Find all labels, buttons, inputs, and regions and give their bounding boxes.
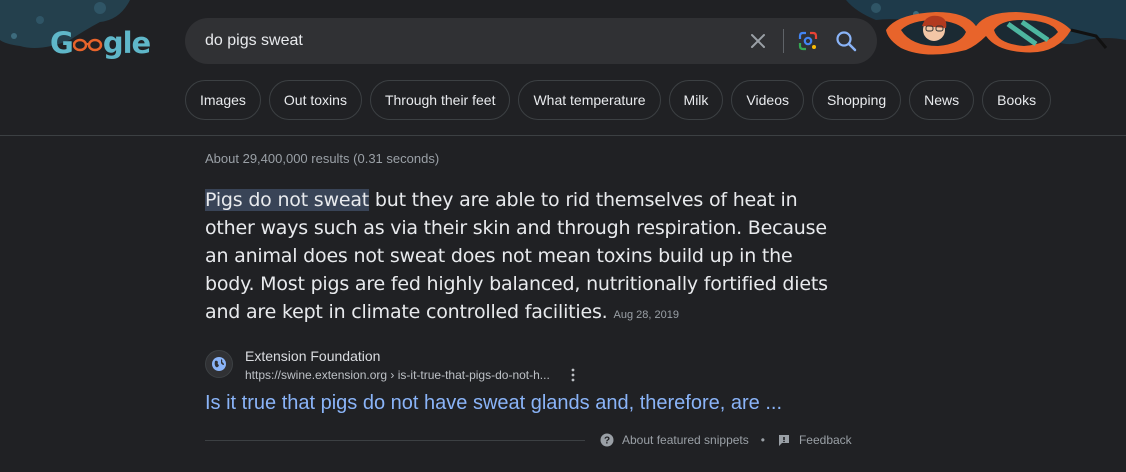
source-url: https://swine.extension.org › is-it-true… bbox=[245, 368, 550, 382]
doodle-decoration-right[interactable] bbox=[826, 0, 1126, 60]
feedback-icon bbox=[778, 435, 789, 446]
source-site-name: Extension Foundation bbox=[245, 348, 381, 364]
source-attribution[interactable]: Extension Foundation https://swine.exten… bbox=[205, 348, 805, 382]
chip-news[interactable]: News bbox=[909, 80, 975, 120]
result-title-link[interactable]: Is it true that pigs do not have sweat g… bbox=[205, 392, 782, 415]
chip-shopping[interactable]: Shopping bbox=[811, 80, 902, 120]
filter-chips: Images Out toxins Through their feet Wha… bbox=[185, 80, 1052, 120]
logo-text-gle: gle bbox=[102, 26, 151, 60]
glasses-icon bbox=[72, 38, 103, 52]
chip-images[interactable]: Images bbox=[185, 80, 261, 120]
featured-snippet-text: Pigs do not sweat but they are able to r… bbox=[205, 186, 845, 329]
chip-milk[interactable]: Milk bbox=[668, 80, 724, 120]
footer-separator: • bbox=[760, 433, 765, 447]
feedback-link[interactable]: Feedback bbox=[799, 433, 852, 447]
search-input[interactable]: do pigs sweat bbox=[205, 32, 303, 50]
header: Ggle do pigs sweat Images Out toxins Thr… bbox=[0, 0, 1126, 136]
globe-icon bbox=[212, 357, 226, 371]
chip-videos[interactable]: Videos bbox=[731, 80, 804, 120]
more-vert-icon[interactable] bbox=[570, 368, 576, 382]
about-featured-snippets-link[interactable]: About featured snippets bbox=[622, 433, 749, 447]
site-favicon bbox=[205, 350, 233, 378]
snippet-footer: ? About featured snippets • Feedback bbox=[600, 433, 852, 447]
chip-through-their-feet[interactable]: Through their feet bbox=[369, 80, 511, 120]
search-box[interactable]: do pigs sweat bbox=[185, 18, 877, 64]
snippet-date: Aug 28, 2019 bbox=[613, 309, 679, 321]
snippet-highlight: Pigs do not sweat bbox=[205, 189, 370, 211]
chip-books[interactable]: Books bbox=[982, 80, 1052, 120]
search-divider bbox=[783, 29, 784, 53]
chip-what-temperature[interactable]: What temperature bbox=[518, 80, 661, 120]
chip-out-toxins[interactable]: Out toxins bbox=[268, 80, 362, 120]
help-icon: ? bbox=[600, 433, 614, 447]
snippet-divider bbox=[205, 440, 585, 441]
logo-text-g: G bbox=[50, 26, 74, 60]
result-stats: About 29,400,000 results (0.31 seconds) bbox=[205, 151, 440, 166]
lens-icon[interactable] bbox=[797, 30, 819, 52]
svg-text:?: ? bbox=[604, 436, 610, 447]
clear-icon[interactable] bbox=[748, 31, 768, 51]
google-logo[interactable]: Ggle bbox=[50, 26, 151, 60]
